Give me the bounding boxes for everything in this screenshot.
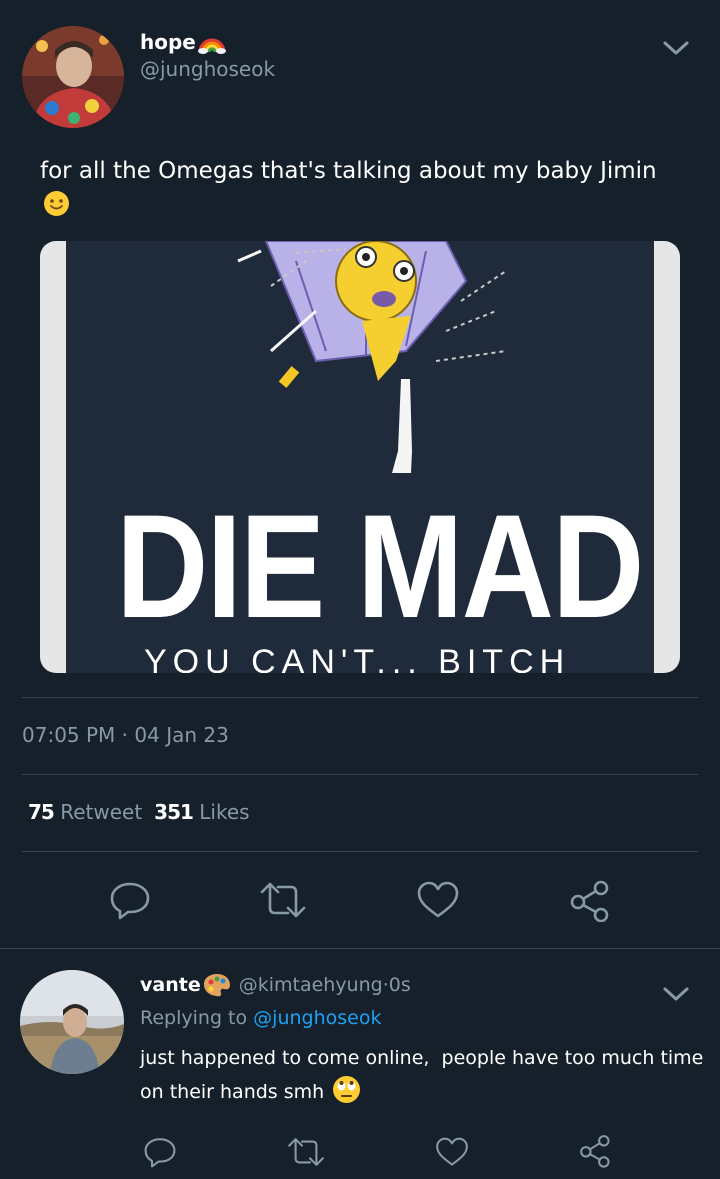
chevron-down-icon[interactable] bbox=[661, 38, 691, 62]
rolling-eyes-icon bbox=[332, 1075, 361, 1115]
like-count: 351 bbox=[154, 800, 194, 824]
retweet-icon[interactable] bbox=[258, 880, 308, 924]
reply-text: just happened to come online, people hav… bbox=[140, 1042, 705, 1115]
tweet-image[interactable]: DIE MAD YOU CAN'T... BITCH bbox=[40, 241, 680, 673]
tweet-text-body: for all the Omegas that's talking about … bbox=[40, 158, 657, 184]
divider bbox=[22, 774, 698, 775]
reply-text-body: just happened to come online, people hav… bbox=[140, 1047, 710, 1103]
reply-chevron-down-icon[interactable] bbox=[661, 984, 691, 1008]
reply-retweet-icon[interactable] bbox=[286, 1136, 326, 1172]
tweet-date: 04 Jan 23 bbox=[134, 723, 229, 747]
reply-header: vante @kimtaehyung · 0s bbox=[140, 972, 411, 998]
like-icon[interactable] bbox=[415, 880, 461, 924]
section-divider bbox=[0, 948, 720, 949]
divider bbox=[22, 851, 698, 852]
replying-to-line: Replying to @junghoseok bbox=[140, 1007, 381, 1029]
smiling-face-icon bbox=[43, 190, 70, 227]
reply-icon[interactable] bbox=[108, 880, 152, 924]
image-headline: DIE MAD bbox=[116, 484, 644, 650]
umbrella-character-illustration bbox=[237, 241, 507, 473]
reply-reply-icon[interactable] bbox=[142, 1136, 178, 1172]
retweet-count: 75 bbox=[28, 800, 55, 824]
tweet-timestamp[interactable]: 07:05 PM · 04 Jan 23 bbox=[22, 723, 229, 747]
replying-to-label: Replying to bbox=[140, 1007, 248, 1029]
reply-share-icon[interactable] bbox=[578, 1134, 614, 1172]
tweet-text: for all the Omegas that's talking about … bbox=[40, 154, 660, 227]
author-display-name: hope bbox=[140, 30, 196, 54]
rainbow-icon bbox=[197, 30, 226, 54]
image-subline: YOU CAN'T... BITCH bbox=[144, 643, 571, 673]
like-stat[interactable]: 351 Likes bbox=[154, 800, 249, 824]
replying-to-handle[interactable]: @junghoseok bbox=[253, 1007, 381, 1029]
reply-like-icon[interactable] bbox=[434, 1136, 470, 1172]
share-icon[interactable] bbox=[568, 880, 614, 926]
reply-age: 0s bbox=[388, 974, 411, 996]
reply-handle[interactable]: @kimtaehyung bbox=[239, 974, 383, 996]
divider bbox=[22, 697, 698, 698]
image-poster: DIE MAD YOU CAN'T... BITCH bbox=[66, 241, 654, 673]
tweet-time: 07:05 PM bbox=[22, 723, 116, 747]
reply-avatar[interactable] bbox=[20, 970, 124, 1074]
retweet-stat[interactable]: 75 Retweet bbox=[28, 800, 142, 824]
like-label: Likes bbox=[199, 800, 250, 824]
tweet-stats: 75 Retweet 351 Likes bbox=[28, 800, 250, 824]
author-avatar[interactable] bbox=[22, 26, 124, 128]
reply-display-name[interactable]: vante bbox=[140, 974, 201, 996]
author-handle[interactable]: @junghoseok bbox=[140, 57, 275, 81]
artist-palette-icon bbox=[203, 972, 231, 998]
author-name-row[interactable]: hope bbox=[140, 27, 226, 57]
retweet-label: Retweet bbox=[60, 800, 143, 824]
